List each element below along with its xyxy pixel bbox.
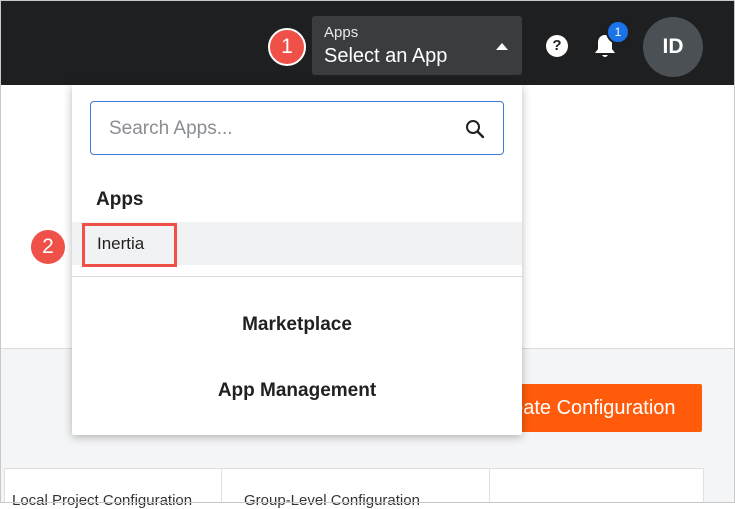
table-header-local-project-config[interactable]: Local Project Configuration (12, 492, 212, 509)
search-apps-box[interactable] (90, 101, 504, 155)
app-selector-value: Select an App (324, 45, 448, 67)
menu-divider (72, 276, 522, 277)
help-icon[interactable]: ? (546, 35, 568, 57)
user-avatar[interactable]: ID (643, 17, 703, 77)
apps-section-heading: Apps (96, 189, 144, 210)
app-management-link[interactable]: App Management (72, 380, 522, 402)
app-selector-menu: Apps Inertia Marketplace App Management (72, 85, 522, 435)
chevron-up-icon (496, 43, 508, 50)
top-navigation-bar: Apps Select an App ? 1 ID (0, 0, 735, 85)
search-apps-input[interactable] (109, 114, 449, 144)
table-column-separator (221, 468, 222, 503)
step-marker-2: 2 (29, 228, 67, 266)
step-marker-1: 1 (268, 28, 306, 66)
notification-count-badge: 1 (606, 20, 630, 44)
search-icon[interactable] (465, 119, 485, 139)
marketplace-link[interactable]: Marketplace (72, 314, 522, 336)
table-header-group-level-config[interactable]: Group-Level Configuration (244, 492, 480, 509)
app-selector-caption: Apps (324, 24, 359, 41)
app-selector-dropdown[interactable]: Apps Select an App (312, 16, 522, 75)
highlight-annotation-box (82, 223, 177, 267)
table-column-separator (489, 468, 490, 503)
